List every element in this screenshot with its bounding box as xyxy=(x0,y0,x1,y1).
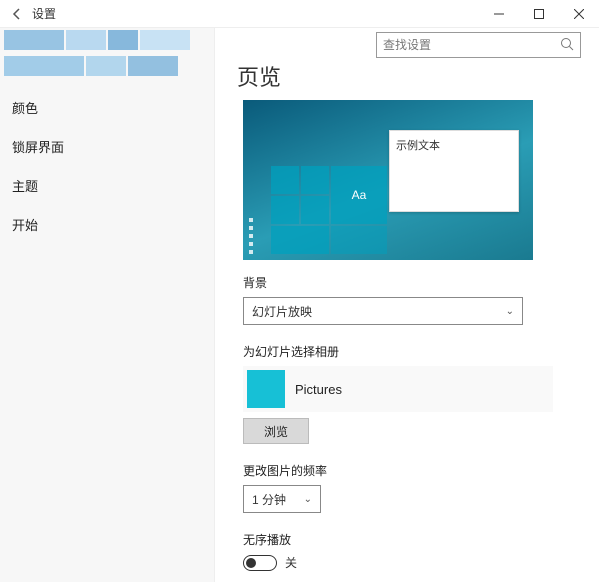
background-select-value: 幻灯片放映 xyxy=(252,303,312,320)
sidebar-item-label: 开始 xyxy=(12,218,38,233)
sidebar-item-theme[interactable]: 主题 xyxy=(0,166,214,205)
sidebar-item-label: 颜色 xyxy=(12,101,38,116)
close-button[interactable] xyxy=(559,0,599,28)
shuffle-toggle[interactable] xyxy=(243,555,277,571)
browse-button-label: 浏览 xyxy=(264,423,288,440)
background-label: 背景 xyxy=(243,274,581,291)
background-select[interactable]: 幻灯片放映 ⌄ xyxy=(243,297,523,325)
desktop-preview: Aa 示例文本 xyxy=(243,100,533,260)
frequency-select[interactable]: 1 分钟 ⌄ xyxy=(243,485,321,513)
browse-button[interactable]: 浏览 xyxy=(243,418,309,444)
album-thumbnail xyxy=(247,370,285,408)
back-button[interactable] xyxy=(8,5,26,23)
sidebar: 颜色 锁屏界面 主题 开始 xyxy=(0,28,215,582)
page-heading: 页览 xyxy=(237,60,581,92)
chevron-down-icon: ⌄ xyxy=(304,494,312,505)
preview-window-text: 示例文本 xyxy=(396,140,440,152)
blurred-region xyxy=(4,30,214,80)
chevron-down-icon: ⌄ xyxy=(506,306,514,317)
preview-window: 示例文本 xyxy=(389,130,519,212)
search-icon xyxy=(560,37,574,54)
preview-tile-aa: Aa xyxy=(331,166,387,224)
shuffle-state: 关 xyxy=(285,554,297,571)
sidebar-item-color[interactable]: 颜色 xyxy=(0,88,214,127)
album-label: 为幻灯片选择相册 xyxy=(243,343,581,360)
maximize-button[interactable] xyxy=(519,0,559,28)
sidebar-item-label: 锁屏界面 xyxy=(12,140,64,155)
titlebar: 设置 xyxy=(0,0,599,28)
search-box[interactable] xyxy=(376,32,581,58)
frequency-label: 更改图片的频率 xyxy=(243,462,581,479)
main-content: 页览 Aa 示例文本 背景 幻灯片放映 ⌄ 为幻灯片选择相册 Pictu xyxy=(215,28,599,582)
album-row[interactable]: Pictures xyxy=(243,366,553,412)
minimize-button[interactable] xyxy=(479,0,519,28)
search-input[interactable] xyxy=(383,38,560,52)
shuffle-label: 无序播放 xyxy=(243,531,581,548)
sidebar-item-label: 主题 xyxy=(12,179,38,194)
sidebar-item-start[interactable]: 开始 xyxy=(0,205,214,244)
window-title: 设置 xyxy=(32,5,56,22)
frequency-select-value: 1 分钟 xyxy=(252,491,286,508)
album-name: Pictures xyxy=(295,382,342,397)
sidebar-item-lockscreen[interactable]: 锁屏界面 xyxy=(0,127,214,166)
